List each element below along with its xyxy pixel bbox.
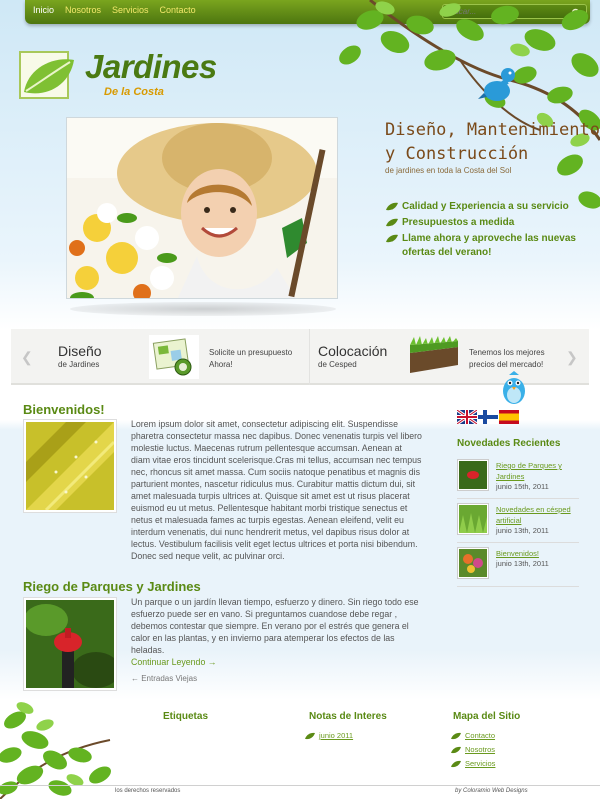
leaf-bullet-icon (386, 202, 398, 211)
footer-archive-link[interactable]: junio 2011 (305, 731, 353, 740)
news-thumbnail[interactable] (457, 459, 489, 491)
site-logo[interactable]: Jardines De la Costa (18, 46, 248, 106)
news-date: junio 13th, 2011 (496, 559, 549, 568)
hero-shadow (70, 302, 336, 316)
flag-english-icon[interactable] (457, 410, 477, 424)
footer-link-label: Servicios (465, 759, 496, 768)
post-thumbnail[interactable] (23, 419, 117, 513)
post-body: Un parque o un jardín llevan tiempo, esf… (131, 596, 423, 668)
leaf-bullet-icon (386, 234, 398, 243)
slider-next-arrow-icon[interactable]: ❯ (566, 349, 578, 366)
news-link[interactable]: Novedades en césped artificial (496, 504, 580, 526)
post-title[interactable]: Bienvenidos! (23, 402, 105, 417)
older-entries-link[interactable]: ← Entradas Viejas (131, 674, 197, 683)
news-item[interactable]: Riego de Parques y Jardines junio 15th, … (457, 455, 579, 499)
main-nav: Inicio Nosotros Servicios Contacto (33, 5, 207, 15)
tagline-line-2: y Construcción (385, 144, 529, 164)
tagline-line-3: de jardines en toda la Costa del Sol (385, 166, 512, 175)
slider-panel-subtitle: de Cesped (318, 360, 357, 369)
post-body: Lorem ipsum dolor sit amet, consectetur … (131, 418, 423, 562)
hero-bullets: Calidad y Experiencia a su servicio Pres… (386, 200, 596, 262)
slider-panel-title[interactable]: Diseño (58, 343, 102, 359)
bullet-item: Presupuestos a medida (386, 216, 596, 230)
hero-image (66, 117, 338, 299)
flag-finnish-icon[interactable] (478, 410, 498, 424)
slider-panel-title[interactable]: Colocación (318, 343, 387, 359)
nav-link-nosotros[interactable]: Nosotros (65, 5, 101, 15)
slider-divider (309, 329, 310, 385)
post-body-text: Un parque o un jardín llevan tiempo, esf… (131, 597, 419, 655)
footer-sitemap-title: Mapa del Sitio (453, 711, 521, 722)
news-date: junio 15th, 2011 (496, 482, 549, 491)
grass-turf-icon (410, 336, 458, 373)
footer-link-label: junio 2011 (319, 731, 354, 740)
nav-link-servicios[interactable]: Servicios (112, 5, 149, 15)
nav-link-contacto[interactable]: Contacto (160, 5, 196, 15)
leaf-bullet-icon (386, 218, 398, 227)
leaf-logo-icon (19, 51, 74, 99)
twitter-bird-icon[interactable] (499, 369, 529, 407)
nav-link-inicio[interactable]: Inicio (33, 5, 54, 15)
bullet-text: Llame ahora y aproveche las nuevas ofert… (402, 233, 576, 258)
bullet-item: Calidad y Experiencia a su servicio (386, 200, 596, 214)
footer-notes-title: Notas de Interes (309, 711, 387, 722)
footer-link-nosotros[interactable]: Nosotros (451, 745, 495, 754)
news-link[interactable]: Bienvenidos! (496, 548, 580, 559)
footer-link-label: Contacto (465, 731, 496, 740)
slider-panel-text: Tenemos los mejores precios del mercado! (469, 348, 545, 369)
news-date: junio 13th, 2011 (496, 526, 549, 535)
continue-reading-link[interactable]: Continuar Leyendo → (131, 656, 423, 668)
sidebar-recent: Novedades Recientes Riego de Parques y J… (457, 438, 579, 587)
language-flags (457, 410, 527, 426)
sidebar-title: Novedades Recientes (457, 438, 561, 449)
tagline-line-1: Diseño, Mantenimiento (385, 120, 600, 140)
news-thumbnail[interactable] (457, 547, 489, 579)
bullet-text: Calidad y Experiencia a su servicio (402, 201, 569, 212)
footer-tags-title: Etiquetas (163, 711, 209, 722)
post-body-text: Lorem ipsum dolor sit amet, consectetur … (131, 419, 422, 561)
flag-spanish-icon[interactable] (499, 410, 519, 424)
news-item[interactable]: Novedades en césped artificial junio 13t… (457, 499, 579, 543)
garden-plan-icon (149, 335, 199, 379)
bullet-item: Llame ahora y aproveche las nuevas ofert… (386, 232, 596, 260)
post-title[interactable]: Riego de Parques y Jardines (23, 579, 201, 594)
leaf-bullet-icon (451, 732, 461, 739)
footer-link-label: Nosotros (465, 745, 496, 754)
bullet-text: Presupuestos a medida (402, 217, 515, 228)
news-thumbnail[interactable] (457, 503, 489, 535)
hero-tagline: Diseño, Mantenimiento y Construcción de … (385, 118, 600, 175)
copyright-text: los derechos reservados (115, 788, 181, 794)
blue-bird-icon (478, 68, 515, 101)
slider-panel-subtitle: de Jardines (58, 360, 100, 369)
news-item[interactable]: Bienvenidos! junio 13th, 2011 (457, 543, 579, 587)
news-link[interactable]: Riego de Parques y Jardines (496, 460, 580, 482)
post-thumbnail[interactable] (23, 597, 120, 691)
slider-panel-text: Solicite un presupuesto Ahora! (209, 348, 293, 369)
slider-prev-arrow-icon[interactable]: ❮ (21, 349, 33, 366)
credits-text: by Coloramio Web Designs (455, 788, 528, 794)
leaf-bullet-icon (451, 746, 461, 753)
leaf-bullet-icon (451, 760, 461, 767)
logo-subtitle: De la Costa (104, 86, 164, 98)
footer-link-contacto[interactable]: Contacto (451, 731, 495, 740)
logo-title: Jardines (85, 48, 217, 85)
footer-link-servicios[interactable]: Servicios (451, 759, 495, 768)
leaf-bullet-icon (305, 732, 315, 739)
